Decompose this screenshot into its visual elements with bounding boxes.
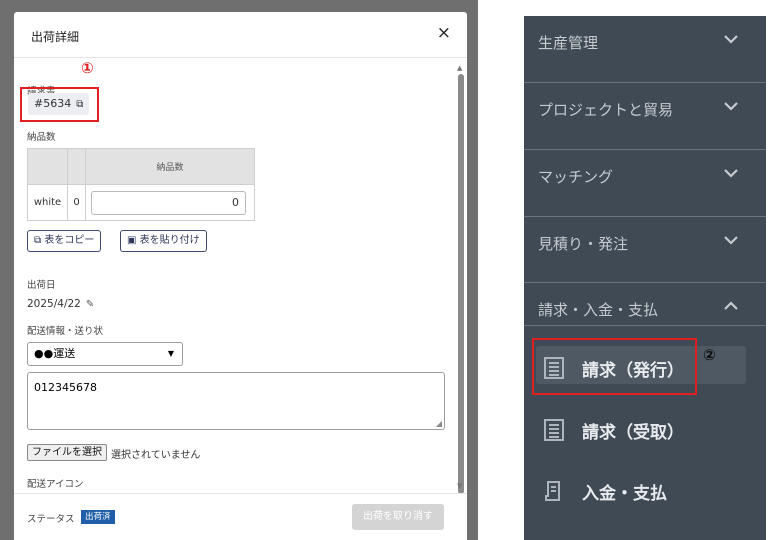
clipboard-icon: ▣ [127, 235, 137, 246]
scroll-down-icon[interactable]: ▼ [457, 482, 462, 490]
file-status: 選択されていません [111, 450, 201, 461]
copy-icon: ⧉ [34, 235, 42, 246]
qty-input[interactable]: 0 [91, 190, 246, 215]
divider [524, 325, 766, 326]
chevron-up-icon [724, 301, 738, 310]
ship-icon-label: 配送アイコン [27, 479, 84, 490]
close-icon[interactable]: × [437, 25, 451, 42]
scrollbar[interactable]: ▲ ▼ [455, 64, 467, 494]
chevron-down-icon: ▼ [167, 349, 174, 358]
ship-date-label: 出荷日 [27, 280, 56, 291]
cancel-shipment-button[interactable]: 出荷を取り消す [352, 504, 444, 530]
status-label: ステータス [27, 514, 75, 525]
sidebar-section-project-trade[interactable]: プロジェクトと貿易 [524, 82, 766, 132]
sidebar-section-matching[interactable]: マッチング [524, 149, 766, 199]
copy-table-button[interactable]: ⧉ 表をコピー [27, 230, 102, 252]
qty-table-header: 納品数 [85, 148, 255, 185]
sidebar: 生産管理 プロジェクトと貿易 マッチング 見積り・発注 請求・入金・支払 請求（… [524, 16, 766, 540]
shipment-detail-modal: 出荷詳細 × ① 請求書 #5634 ⧉ 納品数 納品数 white 0 0 ⧉ … [14, 12, 467, 540]
qty-row-label: white [27, 184, 68, 221]
sidebar-item-payments[interactable]: 入金・支払 [524, 469, 766, 513]
modal-footer: ステータス 出荷済 出荷を取り消す [14, 493, 467, 540]
modal-header: 出荷詳細 × [14, 12, 467, 58]
chevron-down-icon [724, 102, 738, 111]
annotation-marker-2: ② [703, 346, 716, 364]
sidebar-section-quote-order[interactable]: 見積り・発注 [524, 216, 766, 266]
qty-row-count: 0 [67, 184, 86, 221]
modal-body: ① 請求書 #5634 ⧉ 納品数 納品数 white 0 0 ⧉ 表をコピー ▣… [14, 59, 454, 491]
scroll-up-icon[interactable]: ▲ [457, 64, 462, 72]
scrollbar-thumb[interactable] [458, 74, 464, 494]
highlight-box-invoice [20, 87, 99, 122]
pencil-icon[interactable]: ✎ [86, 299, 94, 310]
document-lines-icon [544, 419, 564, 441]
qty-table: 納品数 white 0 0 [27, 148, 255, 221]
modal-title: 出荷詳細 [31, 30, 80, 44]
sidebar-section-production[interactable]: 生産管理 [524, 16, 766, 66]
chevron-down-icon [724, 236, 738, 245]
tracking-textarea[interactable]: 012345678 ◢ [27, 372, 445, 430]
resize-handle-icon[interactable]: ◢ [436, 419, 442, 428]
file-select-button[interactable]: ファイルを選択 [27, 444, 107, 461]
status-badge: 出荷済 [81, 510, 115, 524]
sidebar-item-invoice-receive[interactable]: 請求（受取） [524, 408, 766, 452]
ship-date-field[interactable]: 2025/4/22 ✎ [27, 298, 94, 310]
carrier-select[interactable]: ●●運送 ▼ [27, 342, 183, 366]
truck-icon: ⛟ [79, 490, 94, 491]
chevron-down-icon [724, 35, 738, 44]
chevron-down-icon [724, 169, 738, 178]
receipt-icon [545, 481, 560, 501]
paste-table-button[interactable]: ▣ 表を貼り付け [120, 230, 207, 252]
annotation-marker-1: ① [81, 59, 94, 77]
qty-label: 納品数 [27, 132, 56, 143]
ship-icon-options: ⬡ ⛟ ⛴ ✈ [27, 490, 184, 491]
delivery-label: 配送情報・送り状 [27, 326, 104, 337]
highlight-box-invoice-issue [532, 338, 697, 395]
